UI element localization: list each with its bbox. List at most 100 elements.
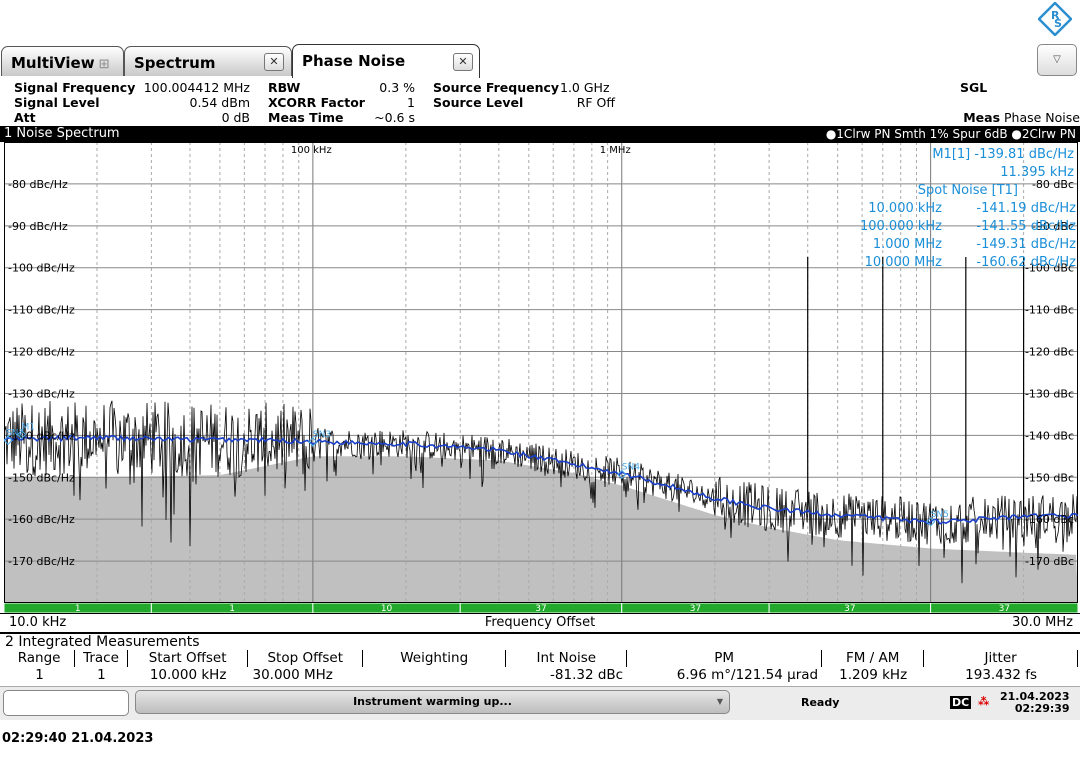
info-values-col1: 100.004412 MHz 0.54 dBm 0 dB	[138, 80, 250, 125]
x-axis-footer: 10.0 kHz Frequency Offset 30.0 MHz	[0, 613, 1080, 633]
source-level-label: Source Level	[433, 95, 524, 110]
y-tick-label-left: -130 dBc/Hz	[8, 387, 75, 400]
tab-multiview[interactable]: MultiView ⊞	[1, 46, 124, 76]
cell-jitter: 193.432 fs	[965, 667, 1038, 683]
y-tick-label-left: -90 dBc/Hz	[8, 220, 68, 233]
cell-stop-offset: 30.000 MHz	[252, 667, 333, 683]
signal-frequency-label: Signal Frequency	[14, 80, 136, 95]
meas-time-label: Meas Time	[268, 110, 344, 125]
tab-spectrum-close-icon[interactable]: ✕	[264, 53, 284, 71]
col-stop-offset: Stop Offset	[248, 650, 363, 667]
meas-time-value: ~0.6 s	[374, 110, 415, 125]
y-tick-label-left: -160 dBc/Hz	[8, 513, 75, 526]
y-tick-label-right: -110 dBc	[1025, 304, 1074, 317]
y-tick-label-left: -170 dBc/Hz	[8, 555, 75, 568]
x-tick-label: 100 kHz	[291, 145, 332, 156]
integrated-header: 2 Integrated Measurements	[0, 633, 1080, 650]
att-label: Att	[14, 110, 36, 125]
svg-text:M1[1] -139.81 dBc/Hz: M1[1] -139.81 dBc/Hz	[932, 147, 1074, 162]
status-ready: Ready	[801, 696, 840, 709]
info-labels-col2: RBW XCORR Factor Meas Time	[268, 80, 365, 125]
marker-label: SN2	[6, 428, 24, 438]
network-warning-icon: ⁂	[978, 695, 990, 708]
col-fm-am: FM / AM	[822, 650, 925, 667]
rohde-schwarz-logo-icon: R S	[1038, 2, 1072, 36]
meas-value: Phase Noise	[1004, 110, 1080, 125]
status-message-dropdown[interactable]: Instrument warming up... ▼	[135, 690, 730, 714]
cell-pm: 6.96 m°/121.54 µrad	[676, 667, 819, 683]
y-tick-label-right: -170 dBc	[1025, 555, 1074, 568]
col-start-offset: Start Offset	[128, 650, 249, 667]
range-segment-label: 37	[844, 604, 855, 613]
multiview-grid-icon: ⊞	[98, 57, 110, 72]
y-tick-label-right: -140 dBc	[1025, 429, 1074, 442]
marker-label: SN5	[931, 510, 949, 520]
att-value: 0 dB	[221, 110, 250, 125]
tab-spectrum[interactable]: Spectrum ✕	[124, 46, 292, 76]
cell-trace: 1	[97, 667, 106, 683]
signal-level-value: 0.54 dBm	[189, 95, 251, 110]
y-tick-label-left: -80 dBc/Hz	[8, 178, 68, 191]
tab-phase-noise[interactable]: Phase Noise ✕	[292, 44, 480, 78]
m1-freq: 11.395 kHz	[1000, 165, 1074, 180]
x-tick-label: 1 MHz	[600, 145, 631, 156]
m1-label: M1[1]	[932, 147, 970, 162]
meas-label: Meas	[963, 110, 1001, 125]
x-axis-label: Frequency Offset	[484, 615, 596, 630]
rbw-label: RBW	[268, 80, 301, 95]
info-values-col2: 0.3 % 1 ~0.6 s	[360, 80, 415, 125]
rbw-value: 0.3 %	[379, 80, 415, 95]
y-tick-label-right: -150 dBc	[1025, 471, 1074, 484]
source-frequency-value: 1.0 GHz	[560, 80, 610, 95]
spur-layer	[807, 257, 1025, 520]
col-pm: PM	[627, 650, 823, 667]
diagram-title: 1 Noise Spectrum	[4, 126, 120, 141]
y-tick-label-right: -120 dBc	[1025, 346, 1074, 359]
spot-level-1: -141.19 dBc/Hz	[976, 201, 1076, 216]
source-frequency-label: Source Frequency	[433, 80, 560, 95]
m1-level: -139.81 dBc/Hz	[974, 147, 1074, 162]
y-tick-label-left: -110 dBc/Hz	[8, 304, 75, 317]
chevron-down-icon: ▽	[1053, 54, 1061, 65]
chevron-down-icon: ▼	[716, 697, 723, 706]
screenshot-timestamp: 02:29:40 21.04.2023	[2, 731, 154, 746]
col-int-noise: Int Noise	[506, 650, 628, 667]
tab-phase-noise-label: Phase Noise	[302, 52, 406, 70]
cell-range: 1	[35, 667, 44, 683]
y-tick-label-right: -160 dBc	[1025, 513, 1074, 526]
cell-weighting	[363, 667, 506, 684]
tab-bar: MultiView ⊞ Spectrum ✕ Phase Noise ✕	[0, 44, 1080, 78]
col-jitter: Jitter	[924, 650, 1078, 667]
marker-label: SN3	[313, 430, 331, 440]
range-segment-label: 37	[535, 604, 546, 613]
range-segment-label: 10	[381, 604, 393, 613]
dc-coupling-badge: DC	[950, 696, 972, 709]
y-tick-label-left: -150 dBc/Hz	[8, 471, 75, 484]
sweep-mode-sgl: SGL	[960, 80, 988, 95]
range-segment-label: 37	[690, 604, 701, 613]
xcorr-label: XCORR Factor	[268, 95, 365, 110]
y-tick-label-left: -120 dBc/Hz	[8, 346, 75, 359]
integrated-table-header-row: Range Trace Start Offset Stop Offset Wei…	[4, 650, 1078, 667]
y-tick-label-left: -100 dBc/Hz	[8, 262, 75, 275]
tab-spectrum-label: Spectrum	[134, 54, 216, 72]
cell-start-offset: 10.000 kHz	[149, 667, 227, 683]
status-datetime: 21.04.2023 02:29:39	[1000, 691, 1070, 715]
range-segment-label: 37	[999, 604, 1010, 613]
signal-level-label: Signal Level	[14, 95, 100, 110]
info-labels-col3: Source Frequency Source Level	[433, 80, 559, 110]
trace-info: ●1Clrw PN Smth 1% Spur 6dB ●2Clrw PN	[825, 127, 1076, 141]
spot-noise-title: Spot Noise [T1]	[918, 183, 1018, 198]
cell-int-noise: -81.32 dBc	[550, 667, 624, 683]
range-segment-label: 1	[75, 604, 81, 613]
range-segment-label: 1	[229, 604, 235, 613]
marker-label: SN4	[622, 462, 640, 472]
col-range: Range	[4, 650, 76, 667]
source-level-value: RF Off	[576, 95, 615, 110]
svg-text:S: S	[1054, 17, 1062, 30]
tab-phase-noise-close-icon[interactable]: ✕	[453, 53, 473, 71]
signal-frequency-value: 100.004412 MHz	[143, 80, 250, 95]
status-input-field[interactable]	[3, 690, 129, 716]
tab-dropdown-button[interactable]: ▽	[1037, 44, 1077, 76]
noise-spectrum-plot[interactable]: -80 dBc/Hz -80 dBc-90 dBc/Hz -90 dBc-100 d…	[4, 142, 1078, 603]
